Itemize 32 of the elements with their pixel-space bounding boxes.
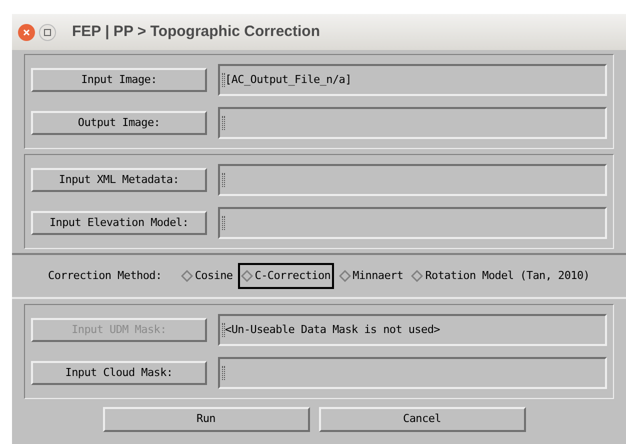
file-select-button[interactable]: Input Image: <box>31 68 207 92</box>
text-cursor-icon <box>222 173 225 187</box>
radio-option[interactable]: Cosine <box>178 263 236 289</box>
diamond-icon <box>411 270 424 282</box>
maximize-button[interactable] <box>39 24 56 40</box>
close-icon <box>23 28 30 36</box>
file-select-button[interactable]: Input Elevation Model: <box>31 211 207 235</box>
correction-method-label: Correction Method: <box>48 268 162 284</box>
dialog-button[interactable]: Run <box>102 407 310 432</box>
file-select-button[interactable]: Input Cloud Mask: <box>31 361 207 385</box>
diamond-icon <box>180 270 193 282</box>
file-path-field[interactable] <box>218 107 607 139</box>
radio-option[interactable]: Rotation Model (Tan, 2010) <box>408 263 593 289</box>
text-cursor-icon <box>222 323 225 337</box>
window-title: FEP | PP > Topographic Correction <box>72 22 320 42</box>
file-select-button[interactable]: Output Image: <box>31 111 207 135</box>
file-path-field[interactable] <box>218 207 607 239</box>
dialog-button[interactable]: Cancel <box>318 407 526 432</box>
diamond-icon <box>338 270 351 282</box>
radio-option[interactable]: Minnaert <box>336 263 406 289</box>
text-cursor-icon <box>222 73 225 87</box>
file-path-field[interactable]: [AC_Output_File_n/a] <box>218 64 607 96</box>
close-button[interactable] <box>18 24 35 40</box>
file-select-button[interactable]: Input XML Metadata: <box>31 168 207 192</box>
text-cursor-icon <box>222 366 225 380</box>
text-cursor-icon <box>222 216 225 230</box>
radio-option[interactable]: C-Correction <box>238 263 334 289</box>
file-path-field[interactable] <box>218 357 607 389</box>
diamond-icon <box>240 270 253 282</box>
maximize-icon <box>44 28 51 36</box>
text-cursor-icon <box>222 116 225 130</box>
file-path-field[interactable] <box>218 164 607 196</box>
